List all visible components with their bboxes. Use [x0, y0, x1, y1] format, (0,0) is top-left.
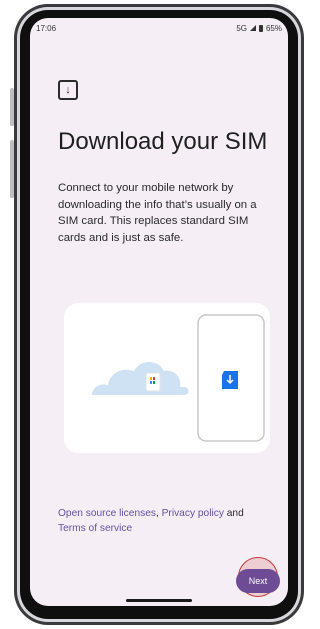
page-title: Download your SIM: [58, 128, 268, 155]
network-label: 5G: [236, 23, 247, 33]
cloud-shape: [92, 362, 189, 395]
battery-icon: [258, 24, 263, 32]
legal-and-text: and: [223, 508, 244, 519]
screen: 17:06 5G 65% ↓ Download your SIM Connect…: [30, 18, 288, 606]
page-description: Connect to your mobile network by downlo…: [58, 182, 257, 244]
terms-of-service-link[interactable]: Terms of service: [58, 523, 132, 534]
open-source-licenses-link[interactable]: Open source licenses: [58, 508, 156, 519]
status-icons: 5G 65%: [236, 24, 282, 33]
next-button[interactable]: Next: [236, 569, 280, 593]
home-indicator[interactable]: [126, 599, 192, 602]
sim-download-icon: ↓: [58, 80, 78, 100]
cloud-phone-sim-illustration: [92, 314, 265, 442]
signal-icon: [249, 25, 256, 31]
illustration-card: [64, 303, 270, 453]
legal-links: Open source licenses, Privacy policy and…: [58, 506, 264, 536]
status-bar: 17:06 5G 65%: [30, 18, 288, 38]
power-button: [10, 140, 14, 198]
clock: 17:06: [36, 23, 57, 33]
privacy-policy-link[interactable]: Privacy policy: [162, 508, 224, 519]
battery-level: 65%: [265, 23, 282, 33]
volume-button: [10, 88, 14, 126]
